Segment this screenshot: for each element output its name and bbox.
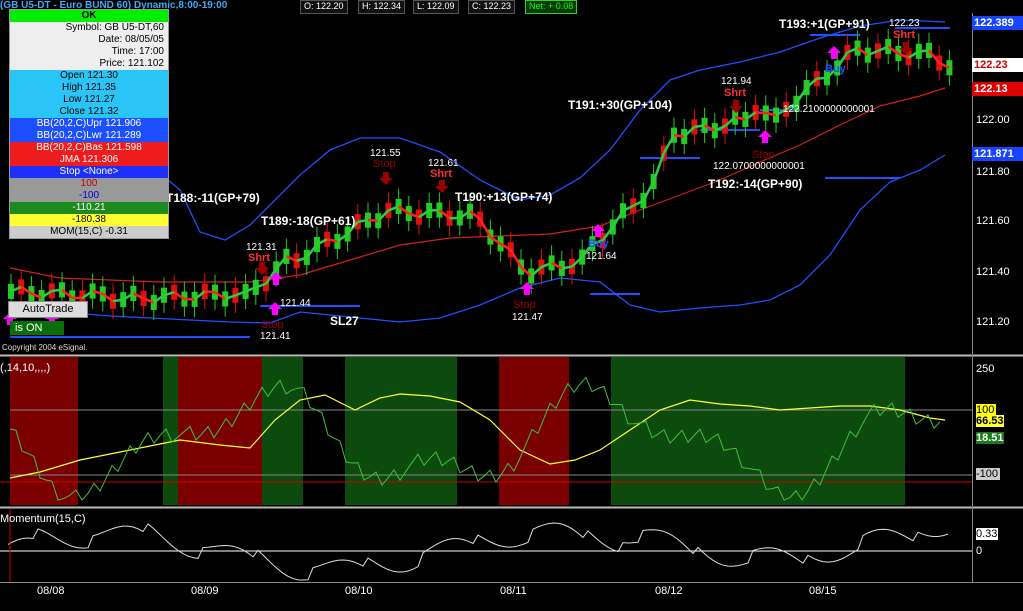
price-axis-tick: 121.60 <box>976 215 1010 227</box>
stop-label: Stop <box>752 149 775 161</box>
dw-close: Close 121.32 <box>10 106 168 118</box>
data-window[interactable]: OK Symbol: GB U5-DT,60 Date: 08/05/05 Ti… <box>9 9 169 239</box>
jma-segment <box>357 218 369 223</box>
copyright-text: Copyright 2004 eSignal. <box>2 343 88 352</box>
dw-time: Time: 17:00 <box>10 46 168 58</box>
jma-segment <box>561 265 573 270</box>
x-axis-tick: 08/09 <box>191 585 219 597</box>
indicator-zone <box>178 357 262 505</box>
dw-value-100: 100 <box>10 178 168 190</box>
jma-segment <box>816 76 828 80</box>
dw-high: High 121.35 <box>10 82 168 94</box>
momentum-pane-label: Momentum(15,C) <box>0 513 86 525</box>
price-annotation: 122.0700000000001 <box>713 161 805 172</box>
dw-value-minus100: -100 <box>10 190 168 202</box>
autotrade-status: is ON <box>10 321 64 335</box>
short-label: Shrt <box>430 168 452 180</box>
x-axis-tick: 08/15 <box>809 585 837 597</box>
momentum-pane[interactable] <box>0 509 972 582</box>
dw-bb-basis: BB(20,2,C)Bas 121.598 <box>10 142 168 154</box>
trade-label-t191: T191:+30(GP+104) <box>568 98 672 112</box>
trade-label-t189: T189:-18(GP+61) <box>261 214 355 228</box>
price-axis-tick: 121.20 <box>976 316 1010 328</box>
indicator-zone <box>163 357 178 505</box>
indicator-pane-label: (,14,10,,,,) <box>0 362 51 374</box>
jma-segment <box>755 111 766 115</box>
x-axis-tick: 08/10 <box>345 585 373 597</box>
indicator-zone <box>611 357 905 505</box>
header-net: Net: + 0.08 <box>525 0 578 14</box>
dw-stop: Stop <None> <box>10 166 168 178</box>
dw-symbol: Symbol: GB U5-DT,60 <box>10 22 168 34</box>
trade-label-t190: T190:+13(GP+74) <box>455 190 552 204</box>
stop-label: Stop <box>513 299 536 311</box>
short-label: Shrt <box>893 29 915 41</box>
indicator-value-yellow: 66.53 <box>976 415 1004 427</box>
dw-low: Low 121.27 <box>10 94 168 106</box>
indicator-zone <box>262 357 303 505</box>
x-axis-tick: 08/11 <box>500 585 527 597</box>
price-annotation: 121.44 <box>280 298 311 309</box>
price-axis-tick: 121.40 <box>976 266 1010 278</box>
price-axis-tick: 121.80 <box>976 166 1010 178</box>
price-label-lower-band: 121.871 <box>972 147 1023 161</box>
indicator-zone <box>345 357 457 505</box>
indicator-axis-minus100: -100 <box>976 468 1000 480</box>
dw-value-180: -180.38 <box>10 214 168 226</box>
trade-label-t188: T188:-11(GP+79) <box>166 191 260 205</box>
price-annotation: 121.64 <box>586 251 617 262</box>
jma-segment <box>673 133 685 138</box>
jma-segment <box>918 49 930 53</box>
dw-jma: JMA 121.306 <box>10 154 168 166</box>
price-axis-tick: 122.00 <box>976 114 1010 126</box>
dw-value-110: -110.21 <box>10 202 168 214</box>
autotrade-button[interactable]: AutoTrade <box>8 301 88 318</box>
header-low: L: 122.09 <box>413 0 459 14</box>
price-annotation: 121.47 <box>512 312 543 323</box>
momentum-axis-zero: 0 <box>976 545 983 557</box>
indicator-zone <box>10 357 78 505</box>
header-close: C: 122.23 <box>468 0 516 14</box>
x-axis-tick: 08/12 <box>655 585 683 597</box>
header-high: H: 122.34 <box>358 0 406 14</box>
price-label-last: 122.23 <box>972 58 1023 72</box>
jma-segment <box>112 298 124 303</box>
price-annotation: 121.41 <box>260 331 291 342</box>
dw-bb-lower: BB(20,2,C)Lwr 121.289 <box>10 130 168 142</box>
dw-momentum: MOM(15,C) -0.31 <box>10 226 168 238</box>
jma-segment <box>694 124 705 129</box>
dw-bb-upper: BB(20,2,C)Upr 121.906 <box>10 118 168 130</box>
stop-label: Stop <box>261 319 284 331</box>
buy-label: Buy <box>825 63 847 75</box>
chart-window[interactable]: T188:-11(GP+79) T189:-18(GP+61) T190:+13(G… <box>0 0 1023 611</box>
jma-segment <box>367 218 379 223</box>
buy-label: Buy <box>588 238 610 250</box>
dw-price: Price: 121.102 <box>10 58 168 70</box>
indicator-value-green: 18.51 <box>976 432 1004 444</box>
short-label: Shrt <box>724 87 746 99</box>
stop-loss-label: SL27 <box>330 314 359 328</box>
price-annotation: 122.2100000000001 <box>783 104 875 115</box>
header-open: O: 122.20 <box>300 0 348 14</box>
dw-date: Date: 08/05/05 <box>10 34 168 46</box>
price-annotation: 122.23 <box>889 18 920 29</box>
x-axis-tick: 08/08 <box>37 585 65 597</box>
trade-label-t193: T193:+1(GP+91) <box>779 17 870 31</box>
jma-segment <box>51 288 63 293</box>
price-annotation: 121.94 <box>721 76 752 87</box>
price-label-basis: 122.13 <box>972 82 1023 96</box>
data-window-ok-button[interactable]: OK <box>10 10 168 22</box>
indicator-axis-top: 250 <box>976 363 995 375</box>
stop-label: Stop <box>373 158 396 170</box>
dw-open: Open 121.30 <box>10 70 168 82</box>
momentum-axis-value: 0.33 <box>976 528 998 540</box>
price-label-upper-band: 122.389 <box>972 16 1023 30</box>
trade-label-t192: T192:-14(GP+90) <box>708 177 802 191</box>
jma-segment <box>204 290 216 294</box>
